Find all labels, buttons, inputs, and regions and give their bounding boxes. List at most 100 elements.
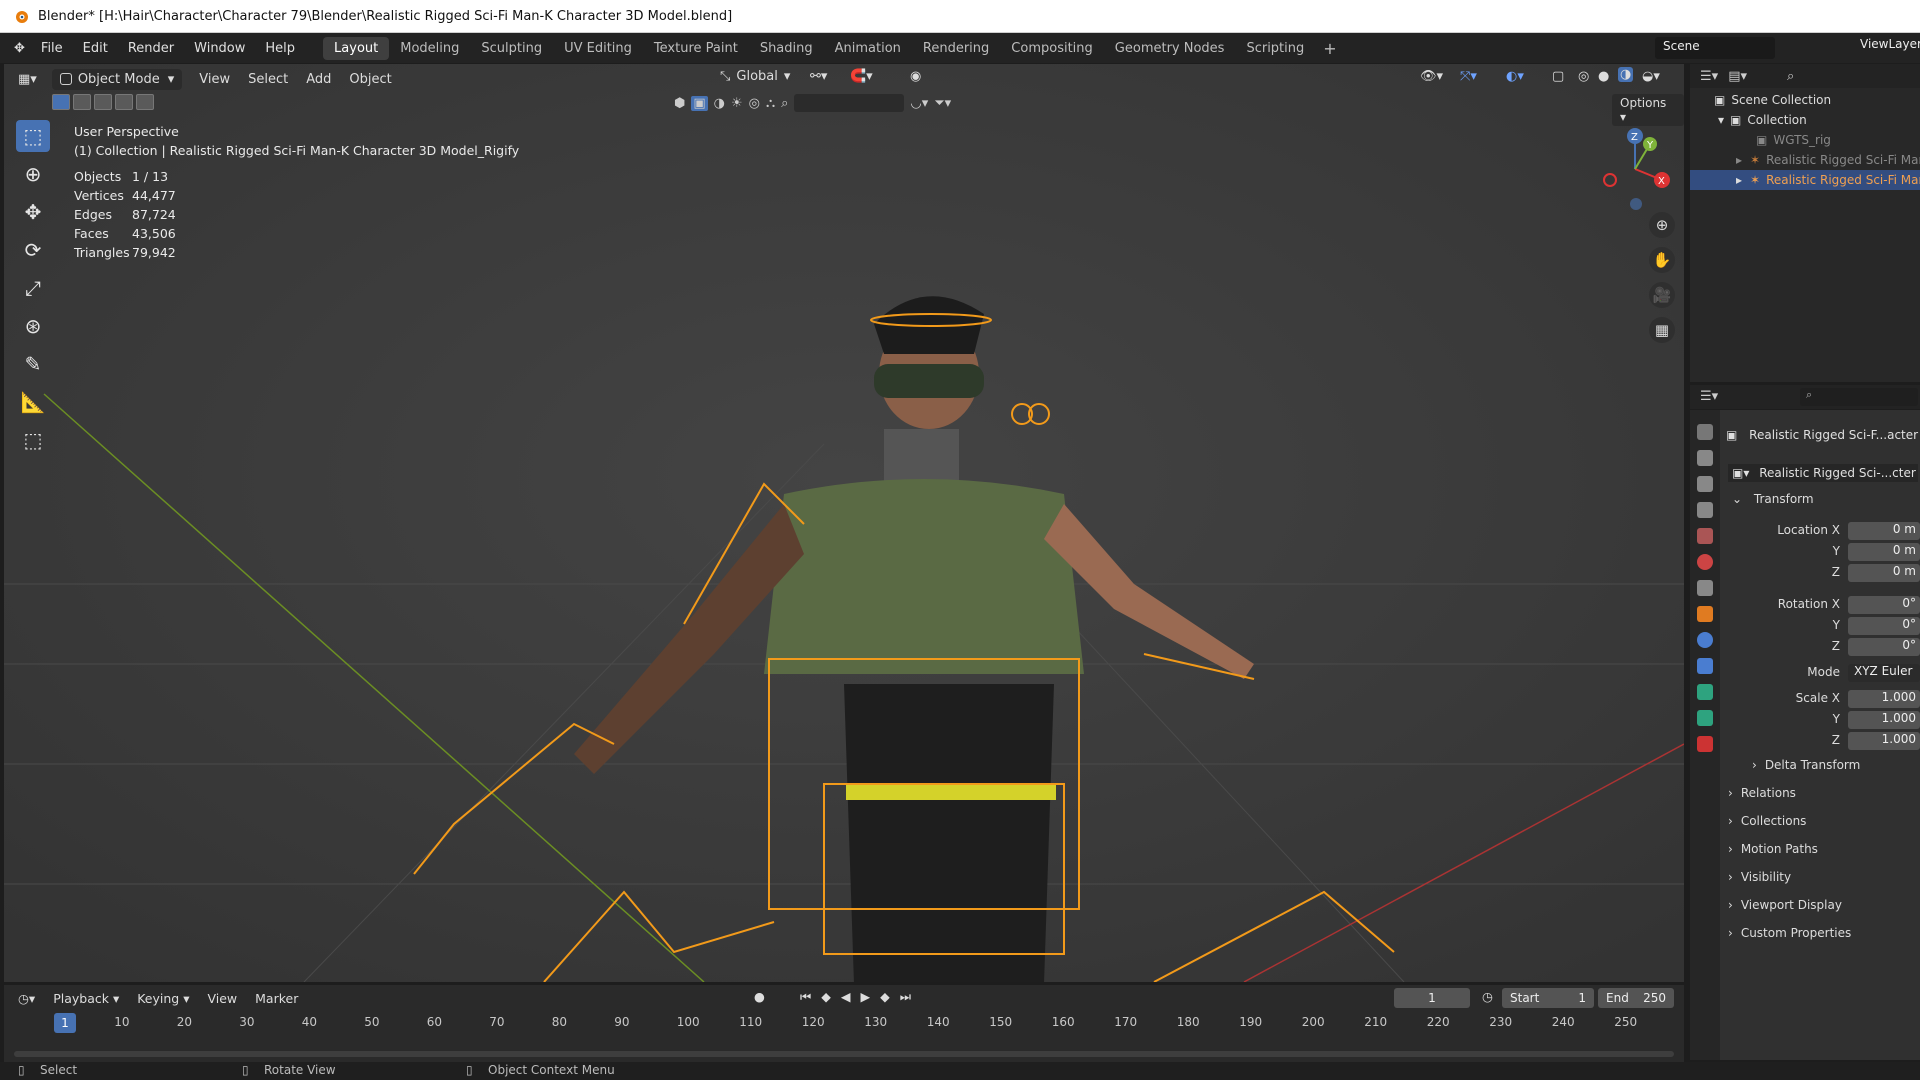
scene-selector[interactable]: Scene bbox=[1655, 37, 1775, 59]
perspective-grid-icon[interactable]: ▦ bbox=[1649, 317, 1675, 343]
select-box-mode[interactable] bbox=[52, 94, 70, 110]
pivot-point-icon[interactable]: ⚯▾ bbox=[810, 69, 827, 84]
shading-material-icon[interactable]: ◑ bbox=[1618, 67, 1634, 82]
select-intersect-mode[interactable] bbox=[136, 94, 154, 110]
visibility-panel[interactable]: › Visibility bbox=[1728, 870, 1791, 884]
rotation-y-field[interactable]: 0° bbox=[1848, 617, 1920, 635]
menu-edit[interactable]: Edit bbox=[73, 41, 118, 56]
rotation-mode-dropdown[interactable]: XYZ Euler bbox=[1848, 664, 1920, 682]
blender-menu-icon[interactable]: ✥ bbox=[0, 41, 31, 56]
outliner-item-character[interactable]: ▸ ✶ Realistic Rigged Sci-Fi Man bbox=[1736, 150, 1920, 170]
camera-icon[interactable]: 🎥 bbox=[1649, 282, 1675, 308]
zoom-icon[interactable]: ⊕ bbox=[1649, 212, 1675, 238]
tab-animation[interactable]: Animation bbox=[824, 37, 912, 60]
delta-transform-panel[interactable]: › Delta Transform bbox=[1752, 758, 1860, 772]
next-keyframe-icon[interactable]: ◆ bbox=[880, 989, 890, 1005]
relations-panel[interactable]: › Relations bbox=[1728, 786, 1796, 800]
record-icon[interactable]: ● bbox=[754, 989, 765, 1004]
cursor-tool[interactable]: ⊕ bbox=[16, 158, 50, 190]
filter-light-icon[interactable]: ☀ bbox=[731, 96, 743, 111]
tab-compositing[interactable]: Compositing bbox=[1000, 37, 1104, 60]
move-tool[interactable]: ✥ bbox=[16, 196, 50, 228]
select-extend-mode[interactable] bbox=[73, 94, 91, 110]
physics-tab-icon[interactable] bbox=[1697, 684, 1713, 700]
tab-scripting[interactable]: Scripting bbox=[1235, 37, 1315, 60]
3d-viewport[interactable]: ▦▾ Object Mode ▾ View Select Add Object … bbox=[4, 64, 1684, 982]
shading-solid-icon[interactable]: ● bbox=[1598, 69, 1609, 84]
properties-search-input[interactable]: ⌕ bbox=[1800, 388, 1918, 406]
jump-start-icon[interactable]: ⏮ bbox=[800, 989, 811, 1005]
outliner-collection[interactable]: ▾ ▣ Collection bbox=[1718, 110, 1807, 130]
tab-texture-paint[interactable]: Texture Paint bbox=[643, 37, 749, 60]
outliner-item-character-selected[interactable]: ▸ ✶ Realistic Rigged Sci-Fi Man bbox=[1690, 170, 1920, 190]
shading-wireframe-icon[interactable]: ◎ bbox=[1578, 69, 1589, 84]
tab-sculpting[interactable]: Sculpting bbox=[470, 37, 553, 60]
collection-tab-icon[interactable] bbox=[1697, 580, 1713, 596]
object-mode-dropdown[interactable]: Object Mode ▾ bbox=[51, 68, 183, 90]
transform-tool[interactable]: ⊛ bbox=[16, 310, 50, 342]
tab-rendering[interactable]: Rendering bbox=[912, 37, 1000, 60]
tab-uv-editing[interactable]: UV Editing bbox=[553, 37, 643, 60]
select-invert-mode[interactable] bbox=[115, 94, 133, 110]
funnel-filter-icon[interactable]: ⏷▾ bbox=[934, 96, 951, 111]
filter-camera-icon[interactable]: ◎ bbox=[749, 96, 760, 111]
expand-arrow-icon[interactable]: ▾ bbox=[1718, 113, 1724, 127]
outliner-scene-collection[interactable]: ▣ Scene Collection bbox=[1714, 90, 1831, 110]
rotation-x-field[interactable]: 0° bbox=[1848, 596, 1920, 614]
rotate-tool[interactable]: ⟳ bbox=[16, 234, 50, 266]
tool-tab-icon[interactable] bbox=[1697, 424, 1713, 440]
viewport-display-panel[interactable]: › Viewport Display bbox=[1728, 898, 1842, 912]
current-frame-field[interactable]: 1 bbox=[1394, 988, 1470, 1008]
collection-color-icon[interactable]: ⬢ bbox=[674, 96, 685, 111]
gizmo-toggle-icon[interactable]: ⤧▾ bbox=[1460, 69, 1477, 84]
proportional-edit-icon[interactable]: ◉ bbox=[910, 69, 921, 84]
play-icon[interactable]: ▶ bbox=[861, 989, 871, 1005]
texture-tab-icon[interactable] bbox=[1697, 736, 1713, 752]
render-tab-icon[interactable] bbox=[1697, 450, 1713, 466]
location-y-field[interactable]: 0 m bbox=[1848, 543, 1920, 561]
outliner-search-icon[interactable]: ⌕ bbox=[1787, 69, 1794, 84]
frame-ruler[interactable]: 1102030405060708090100110120130140150160… bbox=[4, 1013, 1684, 1033]
object-name-row[interactable]: ▣ Realistic Rigged Sci-F...acter 3 bbox=[1726, 428, 1920, 442]
timeline-menu-marker[interactable]: Marker bbox=[246, 991, 307, 1006]
menu-window[interactable]: Window bbox=[184, 41, 255, 56]
filter-mesh-icon[interactable]: ◑ bbox=[714, 96, 725, 111]
outliner-item-wgts-rig[interactable]: ▣ WGTS_rig bbox=[1756, 130, 1831, 150]
start-frame-field[interactable]: Start 1 bbox=[1502, 988, 1594, 1008]
options-button[interactable]: Options ▾ bbox=[1612, 94, 1684, 126]
viewport-menu-select[interactable]: Select bbox=[239, 72, 297, 87]
collections-panel[interactable]: › Collections bbox=[1728, 814, 1806, 828]
add-cube-tool[interactable]: ⬚ bbox=[16, 424, 50, 456]
display-mode-icon[interactable]: ▤▾ bbox=[1728, 69, 1747, 84]
select-box-tool[interactable]: ⬚ bbox=[16, 120, 50, 152]
transform-orientation-dropdown[interactable]: ⤡ Global ▾ bbox=[720, 69, 790, 84]
add-workspace-icon[interactable]: + bbox=[1315, 39, 1344, 58]
editor-type-icon[interactable]: ▦▾ bbox=[4, 72, 46, 87]
view-layer-selector[interactable]: ViewLayer bbox=[1860, 37, 1920, 51]
filter-object-icon[interactable]: ▣ bbox=[691, 95, 708, 111]
constraint-tab-icon[interactable] bbox=[1697, 658, 1713, 674]
filter-dropdown-icon[interactable]: ◡▾ bbox=[910, 96, 928, 111]
end-frame-field[interactable]: End 250 bbox=[1598, 988, 1674, 1008]
scale-x-field[interactable]: 1.000 bbox=[1848, 690, 1920, 708]
prev-keyframe-icon[interactable]: ◆ bbox=[821, 989, 831, 1005]
data-tab-icon[interactable] bbox=[1697, 710, 1713, 726]
shading-rendered-icon[interactable]: ◒▾ bbox=[1642, 69, 1660, 84]
expand-arrow-icon[interactable]: ▸ bbox=[1736, 173, 1742, 187]
playhead[interactable]: 1 bbox=[54, 1013, 76, 1033]
viewport-search-icon[interactable]: ⌕ bbox=[781, 96, 788, 111]
filter-other-icon[interactable]: ⛬ bbox=[766, 96, 775, 111]
jump-end-icon[interactable]: ⏭ bbox=[900, 989, 911, 1005]
custom-properties-panel[interactable]: › Custom Properties bbox=[1728, 926, 1851, 940]
timeline-menu-playback[interactable]: Playback ▾ bbox=[44, 991, 128, 1006]
timeline-menu-view[interactable]: View bbox=[198, 991, 246, 1006]
menu-render[interactable]: Render bbox=[118, 41, 184, 56]
rotation-z-field[interactable]: 0° bbox=[1848, 638, 1920, 656]
tab-shading[interactable]: Shading bbox=[749, 37, 824, 60]
properties-editor-icon[interactable]: ☰▾ bbox=[1700, 389, 1718, 404]
snap-icon[interactable]: 🧲▾ bbox=[850, 69, 873, 84]
overlays-icon[interactable]: ◐▾ bbox=[1506, 69, 1524, 84]
viewport-search-input[interactable] bbox=[794, 94, 905, 112]
object-data-selector[interactable]: ▣▾ Realistic Rigged Sci-...cter 3 bbox=[1728, 464, 1920, 482]
output-tab-icon[interactable] bbox=[1697, 476, 1713, 492]
